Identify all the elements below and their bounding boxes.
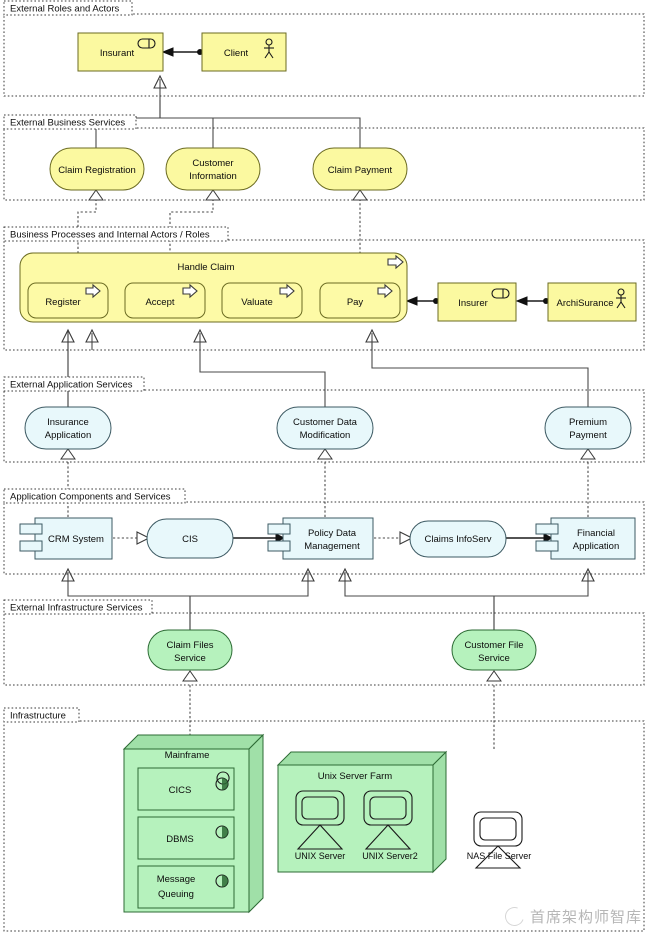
node-label: ArchiSurance [556,298,613,309]
device-label: UNIX Server [295,851,346,861]
node-claim-files-service[interactable]: Claim Files Service [147,629,233,671]
node-label: CRM System [48,534,104,545]
group-label: External Application Services [10,380,133,391]
artifact-label-line1: Message [157,874,196,885]
node-label: Mainframe [165,750,210,761]
node-client[interactable]: Client [201,32,287,72]
node-customer-information[interactable]: Customer Information [165,147,261,191]
node-layer: External Roles and Actors External Busin… [3,0,645,932]
artifact-dbms[interactable]: DBMS [137,816,235,860]
watermark-text: 首席架构师智库 [529,908,642,926]
node-label-line1: Customer Data [293,417,358,428]
node-cis[interactable]: CIS [146,518,234,559]
artifact-message-queuing[interactable]: Message Queuing [137,865,235,909]
node-mainframe[interactable]: Mainframe CICS DBMS Message Queuing [122,733,265,914]
watermark-logo-icon [501,903,528,930]
device-label: NAS File Server [467,851,532,861]
node-nas-file-server[interactable]: NAS File Server [467,811,532,869]
node-label: CIS [182,534,198,545]
node-claim-payment[interactable]: Claim Payment [312,147,408,191]
node-label-line2: Application [45,430,91,441]
node-label-line2: Application [573,541,619,552]
node-crm-system[interactable]: CRM System [19,517,113,560]
group-label: Infrastructure [10,711,66,722]
node-label: Insurer [458,298,488,309]
group-label: External Infrastructure Services [10,603,143,614]
node-label-line1: Customer File [464,640,523,651]
device-label: UNIX Server2 [362,851,418,861]
node-label: Pay [347,297,364,308]
node-label: Insurant [100,48,135,59]
group-label: Application Components and Services [10,492,171,503]
node-label-line1: Policy Data [308,528,357,539]
node-label-line2: Information [189,171,237,182]
node-label: Claim Registration [58,165,136,176]
node-label-line2: Payment [569,430,607,441]
node-label-line1: Insurance [47,417,89,428]
node-claim-registration[interactable]: Claim Registration [49,147,145,191]
node-pay[interactable]: Pay [319,282,401,319]
diagram-canvas: External Roles and Actors External Busin… [0,0,650,937]
node-unix-server-farm[interactable]: Unix Server Farm UNIX Server UNIX Server… [276,750,448,874]
group-label: External Business Services [10,118,125,129]
node-label-line2: Service [174,653,206,664]
node-label: Client [224,48,249,59]
node-label-line1: Claim Files [167,640,214,651]
node-label: Valuate [241,297,273,308]
node-label: Accept [145,297,174,308]
node-insurer[interactable]: Insurer [437,282,517,322]
artifact-label-line2: Queuing [158,889,194,900]
artifact-label: CICS [169,785,192,796]
node-financial-application[interactable]: Financial Application [535,517,636,560]
node-premium-payment[interactable]: Premium Payment [544,406,632,450]
node-label: Handle Claim [177,262,234,273]
group-label: Business Processes and Internal Actors /… [10,230,210,241]
node-insurant[interactable]: Insurant [77,32,164,72]
node-label: Claim Payment [328,165,393,176]
artifact-label: DBMS [166,834,193,845]
node-insurance-application[interactable]: Insurance Application [24,406,112,450]
group-label: External Roles and Actors [10,4,120,15]
node-archisurance[interactable]: ArchiSurance [547,282,637,322]
node-label: Claims InfoServ [424,534,491,545]
node-customer-file-service[interactable]: Customer File Service [451,629,537,671]
node-label-line2: Management [304,541,360,552]
node-register[interactable]: Register [27,282,109,319]
node-claims-infoserv[interactable]: Claims InfoServ [409,520,507,558]
watermark: 首席架构师智库 [501,903,642,930]
node-label-line1: Customer [192,158,233,169]
node-policy-data-management[interactable]: Policy Data Management [267,517,374,560]
node-label-line2: Service [478,653,510,664]
node-label-line2: Modification [300,430,351,441]
node-label-line1: Premium [569,417,607,428]
node-label: Register [45,297,80,308]
node-valuate[interactable]: Valuate [221,282,303,319]
node-accept[interactable]: Accept [124,282,206,319]
group-external-infrastructure-services: External Infrastructure Services [3,599,645,686]
node-label-line1: Financial [577,528,615,539]
node-label: Unix Server Farm [318,771,393,782]
artifact-cics[interactable]: CICS [137,767,235,811]
node-customer-data-modification[interactable]: Customer Data Modification [276,406,374,450]
